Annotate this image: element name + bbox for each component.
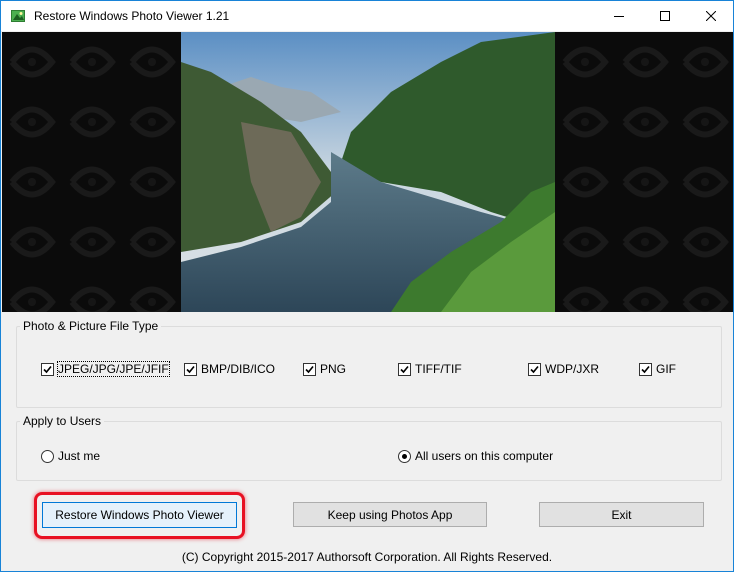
all-users-label: All users on this computer	[415, 449, 554, 463]
checkmark-icon	[43, 365, 52, 373]
keep-photos-app-button[interactable]: Keep using Photos App	[293, 502, 487, 527]
checkbox-box[interactable]	[184, 362, 197, 376]
checkmark-icon	[400, 365, 409, 373]
restore-button[interactable]: Restore Windows Photo Viewer	[42, 502, 237, 528]
checkmark-icon	[530, 365, 539, 373]
all-users-radio[interactable]: All users on this computer	[398, 449, 553, 463]
png-label: PNG	[320, 362, 347, 376]
title-bar[interactable]: Restore Windows Photo Viewer 1.21	[1, 1, 733, 31]
users-group-label: Apply to Users	[20, 414, 105, 428]
fjord-photo	[181, 32, 555, 312]
file-type-group-label: Photo & Picture File Type	[20, 319, 162, 333]
bmp-checkbox[interactable]: BMP/DIB/ICO	[184, 362, 275, 376]
checkbox-box[interactable]	[639, 362, 652, 376]
tiff-label: TIFF/TIF	[415, 362, 462, 376]
exit-button[interactable]: Exit	[539, 502, 704, 527]
tiff-checkbox[interactable]: TIFF/TIF	[398, 362, 462, 376]
gif-label: GIF	[656, 362, 676, 376]
close-icon	[706, 11, 716, 21]
jpeg-label: JPEG/JPG/JPE/JFIF	[57, 361, 170, 377]
app-icon	[11, 10, 25, 22]
gif-checkbox[interactable]: GIF	[639, 362, 676, 376]
checkmark-icon	[186, 365, 195, 373]
jpeg-checkbox[interactable]: JPEG/JPG/JPE/JFIF	[41, 361, 170, 377]
bmp-label: BMP/DIB/ICO	[201, 362, 276, 376]
just-me-radio[interactable]: Just me	[41, 449, 100, 463]
maximize-button[interactable]	[642, 1, 688, 31]
window-title: Restore Windows Photo Viewer 1.21	[34, 9, 230, 23]
banner	[2, 32, 733, 312]
radio-circle[interactable]	[41, 449, 54, 463]
app-window: Restore Windows Photo Viewer 1.21 Photo …	[0, 0, 734, 572]
minimize-icon	[614, 16, 624, 17]
checkbox-box[interactable]	[398, 362, 411, 376]
wdp-label: WDP/JXR	[545, 362, 599, 376]
maximize-icon	[660, 11, 670, 21]
banner-pattern-right	[555, 32, 733, 312]
checkmark-icon	[305, 365, 314, 373]
checkbox-box[interactable]	[41, 362, 54, 376]
checkmark-icon	[641, 365, 650, 373]
png-checkbox[interactable]: PNG	[303, 362, 346, 376]
users-group: Apply to Users	[16, 414, 722, 481]
minimize-button[interactable]	[596, 1, 642, 31]
radio-circle[interactable]	[398, 449, 411, 463]
copyright-text: (C) Copyright 2015-2017 Authorsoft Corpo…	[181, 550, 553, 564]
close-button[interactable]	[688, 1, 734, 31]
banner-pattern-left	[2, 32, 182, 312]
checkbox-box[interactable]	[303, 362, 316, 376]
wdp-checkbox[interactable]: WDP/JXR	[528, 362, 599, 376]
just-me-label: Just me	[58, 449, 101, 463]
checkbox-box[interactable]	[528, 362, 541, 376]
radio-selected-dot	[402, 453, 407, 459]
